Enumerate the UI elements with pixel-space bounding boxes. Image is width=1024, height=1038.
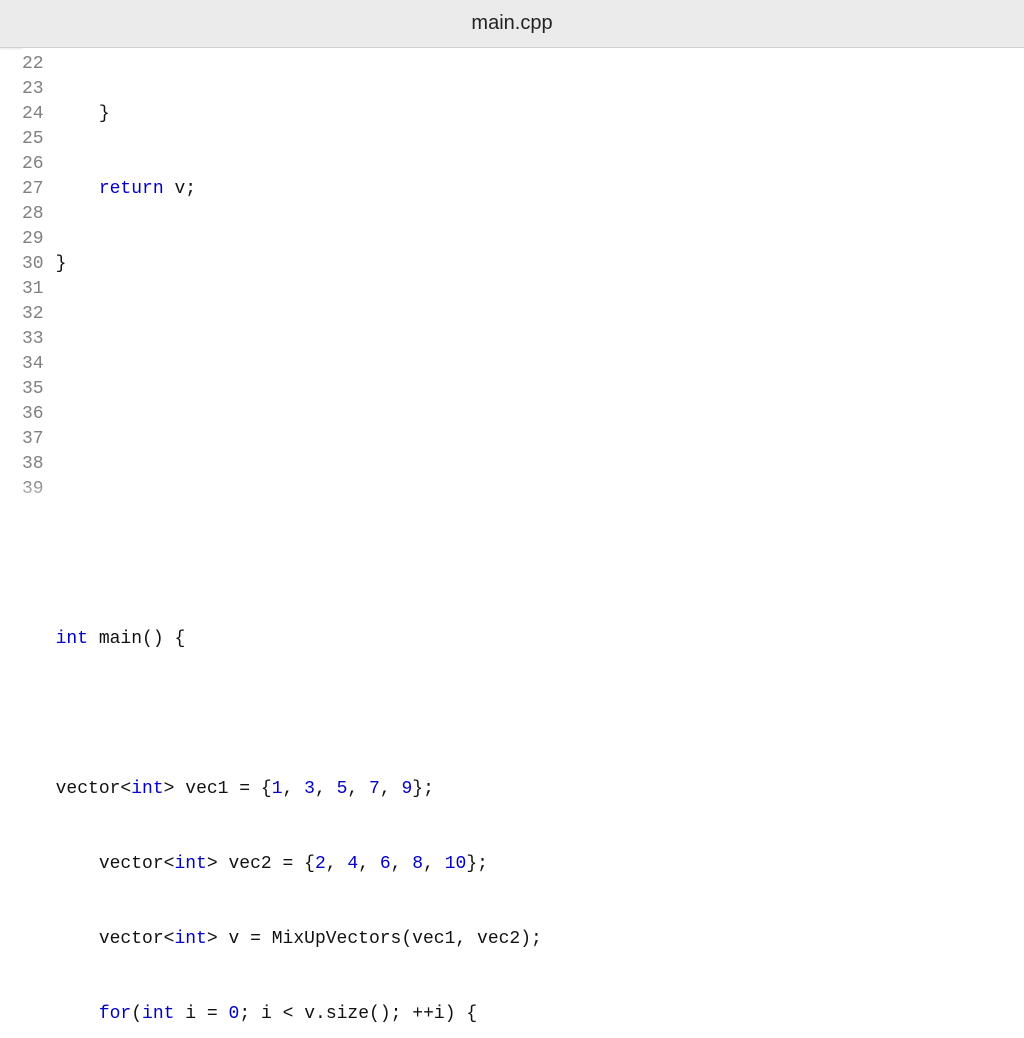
line-number: 38 — [22, 452, 44, 477]
line-number: 26 — [22, 152, 44, 177]
line-number: 24 — [22, 102, 44, 127]
line-number: 29 — [22, 227, 44, 252]
line-number: 36 — [22, 402, 44, 427]
line-number: 23 — [22, 77, 44, 102]
tab-title: main.cpp — [471, 12, 552, 35]
line-number: 32 — [22, 302, 44, 327]
code-line[interactable] — [56, 702, 542, 727]
code-line[interactable]: vector<int> vec1 = {1, 3, 5, 7, 9}; — [56, 777, 542, 802]
code-line[interactable]: for(int i = 0; i < v.size(); ++i) { — [56, 1002, 542, 1027]
line-number: 31 — [22, 277, 44, 302]
code-area[interactable]: } return v; } int main() { vector<int> v… — [50, 48, 542, 519]
line-number: 33 — [22, 327, 44, 352]
code-line[interactable]: vector<int> v = MixUpVectors(vec1, vec2)… — [56, 927, 542, 952]
tab-bar: main.cpp — [0, 0, 1024, 48]
code-line[interactable] — [56, 477, 542, 502]
code-line[interactable]: vector<int> vec2 = {2, 4, 6, 8, 10}; — [56, 852, 542, 877]
code-line[interactable] — [56, 552, 542, 577]
line-number: 30 — [22, 252, 44, 277]
line-number: 37 — [22, 427, 44, 452]
code-line[interactable]: int main() { — [56, 627, 542, 652]
code-line[interactable] — [56, 327, 542, 352]
code-editor[interactable]: 22 23 24 25 26 27 28 29 30 31 32 33 34 3… — [22, 48, 1024, 519]
code-line[interactable]: return v; — [56, 177, 542, 202]
line-number: 35 — [22, 377, 44, 402]
line-number: 22 — [22, 52, 44, 77]
code-line[interactable]: } — [56, 102, 542, 127]
line-number: 27 — [22, 177, 44, 202]
code-line[interactable] — [56, 402, 542, 427]
line-number: 28 — [22, 202, 44, 227]
code-line[interactable]: } — [56, 252, 542, 277]
line-number: 25 — [22, 127, 44, 152]
line-number: 34 — [22, 352, 44, 377]
line-number: 39 — [22, 477, 44, 502]
line-number-gutter: 22 23 24 25 26 27 28 29 30 31 32 33 34 3… — [22, 48, 50, 519]
